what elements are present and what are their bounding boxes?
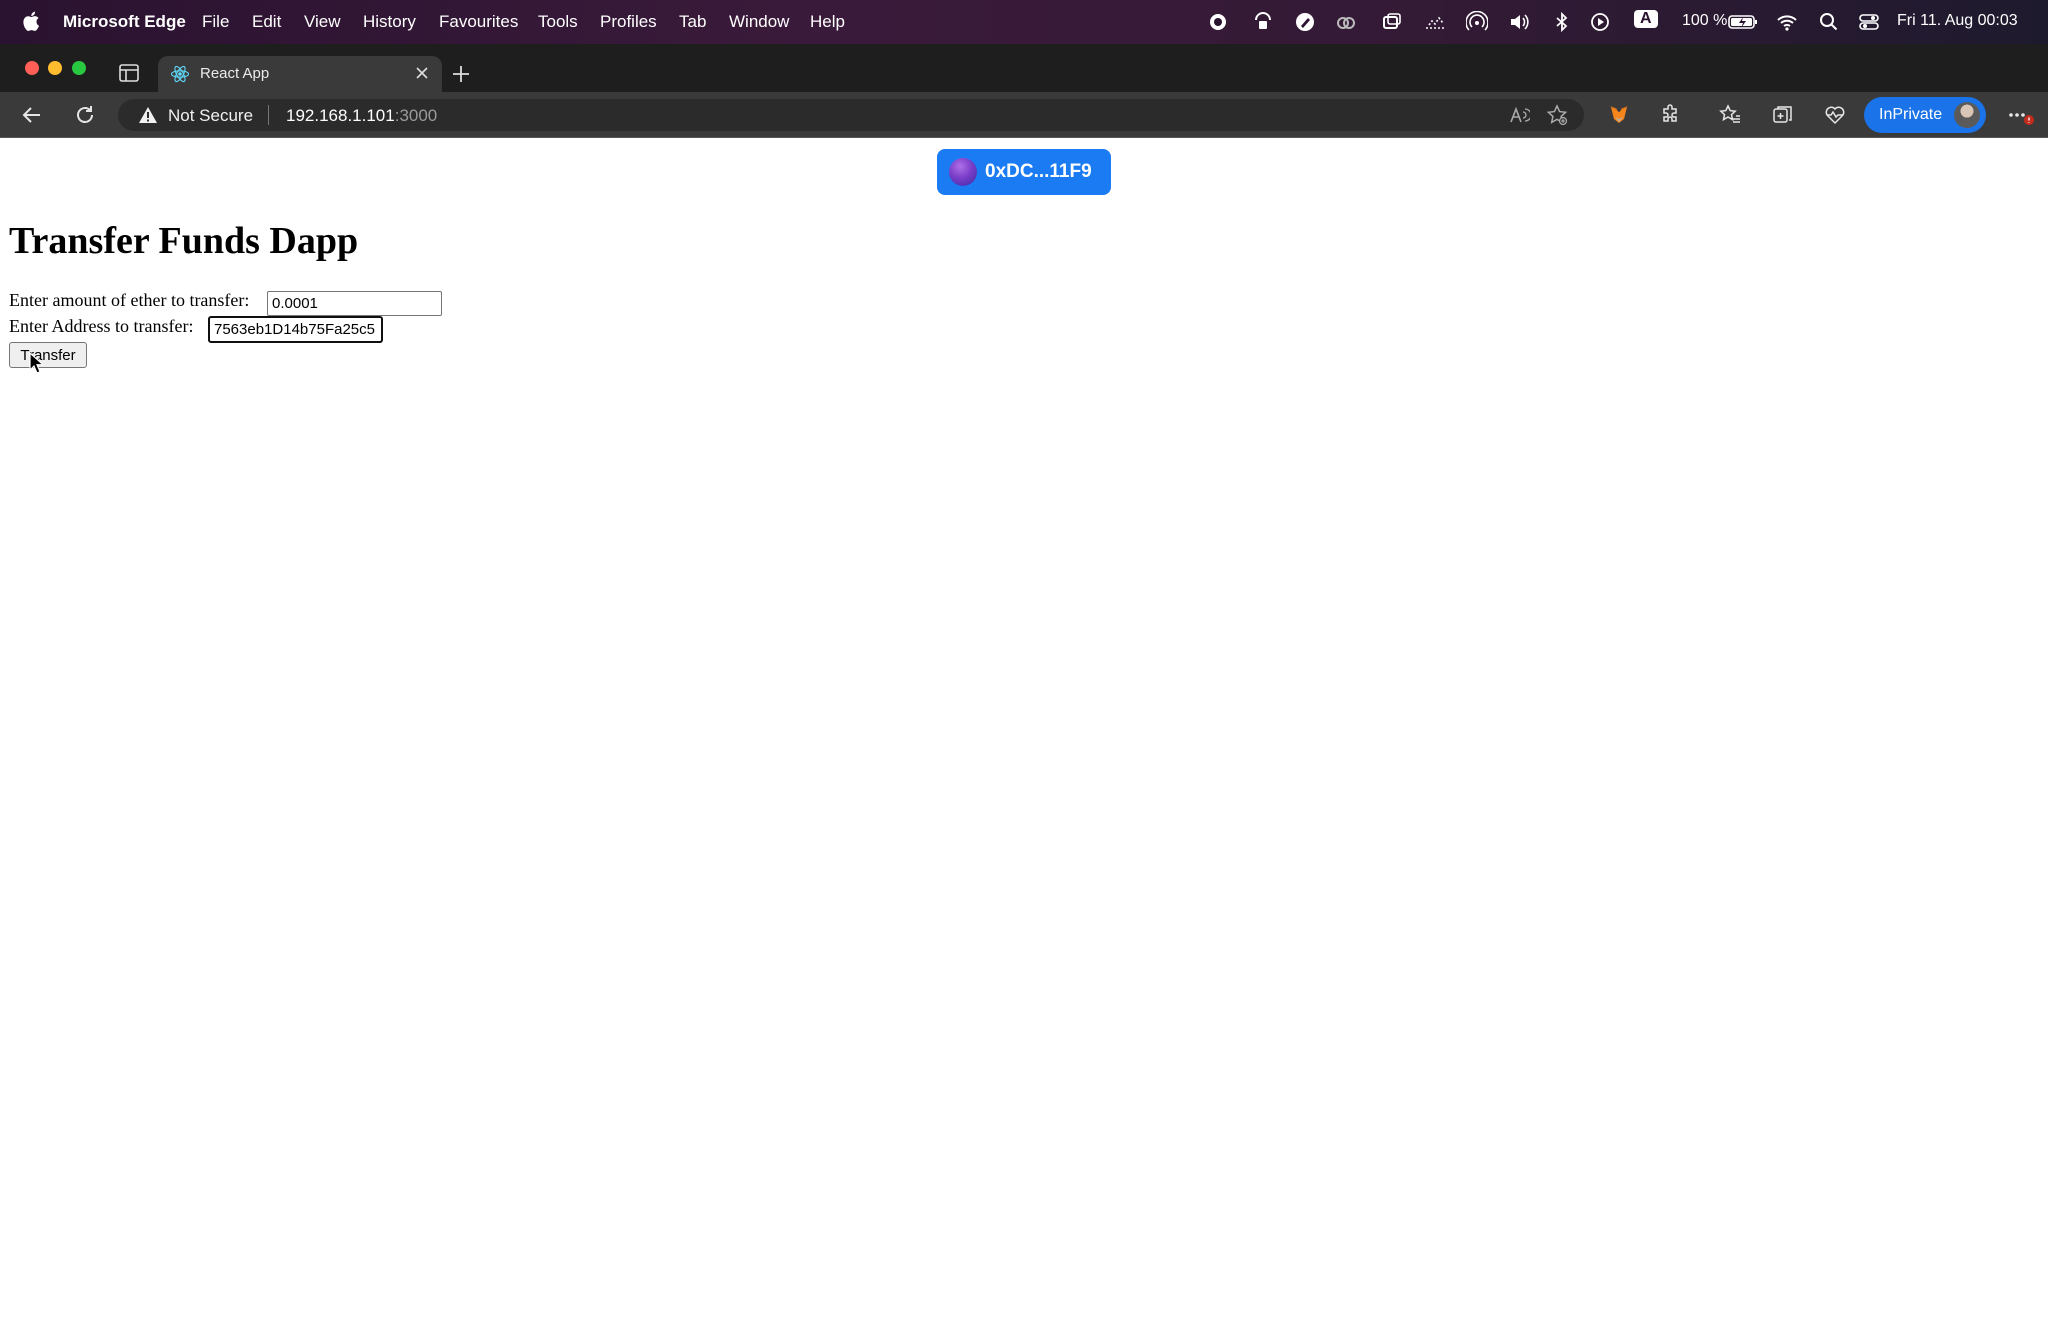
address-bar[interactable]: Not Secure 192.168.1.101:3000 [118,99,1584,131]
menubar-clock[interactable]: Fri 11. Aug 00:03 [1897,12,2018,30]
apple-logo-icon[interactable] [22,9,42,33]
collections-icon[interactable] [1771,103,1795,127]
new-tab-plus-icon[interactable] [450,63,472,85]
spotlight-search-icon[interactable] [1818,11,1840,33]
react-icon [170,65,190,83]
tab-react-app[interactable]: React App [158,56,442,92]
transfer-button[interactable]: Transfer [9,342,87,368]
menu-profiles[interactable]: Profiles [600,12,657,32]
battery-percentage: 100 % [1682,12,1728,29]
read-aloud-icon[interactable] [1508,104,1530,126]
window-close-button[interactable] [25,61,39,75]
extensions-puzzle-icon[interactable] [1659,103,1683,127]
window-minimize-button[interactable] [48,61,62,75]
menu-edit[interactable]: Edit [252,12,281,32]
wallet-connect-button[interactable]: 0xDC...11F9 [937,149,1111,195]
window-zoom-button[interactable] [72,61,86,75]
screen-record-icon[interactable] [1207,11,1229,33]
tab-title: React App [200,65,270,82]
favourites-list-icon[interactable] [1718,103,1742,127]
airdrop-lock-icon[interactable] [1252,11,1274,33]
menu-tab[interactable]: Tab [679,12,706,32]
add-favourite-star-icon[interactable] [1546,104,1568,126]
address-input[interactable] [208,316,383,343]
airplay-signal-icon[interactable] [1466,11,1488,33]
mouse-pointer-icon [29,352,43,374]
browser-essentials-heart-icon[interactable] [1823,103,1847,127]
creative-cloud-icon[interactable] [1335,11,1357,33]
menu-window[interactable]: Window [729,12,789,32]
menu-favourites[interactable]: Favourites [439,12,518,32]
menu-file[interactable]: File [202,12,229,32]
wifi-icon[interactable] [1776,11,1798,33]
profile-avatar [1954,102,1980,128]
pen-circle-icon[interactable] [1294,11,1316,33]
play-circle-icon[interactable] [1589,11,1611,33]
amount-label: Enter amount of ether to transfer: [9,290,250,310]
back-arrow-icon[interactable] [20,103,44,127]
inprivate-profile-button[interactable]: InPrivate [1864,97,1986,133]
url-host: 192.168.1.101 [286,106,395,125]
menu-help[interactable]: Help [810,12,845,32]
menubar-app-name[interactable]: Microsoft Edge [63,12,186,32]
control-center-icon[interactable] [1858,11,1880,33]
browser-toolbar: Not Secure 192.168.1.101:3000 InPrivate [0,92,2048,138]
page-viewport: 0xDC...11F9 Transfer Funds Dapp Enter am… [0,139,2048,1324]
inprivate-label: InPrivate [1879,106,1943,123]
warning-triangle-icon[interactable] [138,106,158,124]
reload-icon[interactable] [73,103,97,127]
close-tab-icon[interactable] [414,65,430,81]
browser-tab-strip: React App [0,44,2048,92]
address-label: Enter Address to transfer: [9,316,194,336]
wallet-address: 0xDC...11F9 [985,161,1092,182]
url-text[interactable]: 192.168.1.101:3000 [286,106,437,126]
battery-charging-icon[interactable] [1728,11,1758,33]
amount-input[interactable] [267,291,442,316]
wallet-avatar [949,158,977,186]
metamask-fox-icon[interactable] [1607,103,1631,127]
menu-view[interactable]: View [304,12,341,32]
volume-icon[interactable] [1508,11,1530,33]
menu-history[interactable]: History [363,12,416,32]
screens-icon[interactable] [1381,11,1403,33]
menu-tools[interactable]: Tools [538,12,578,32]
url-port: :3000 [394,106,438,125]
activity-graph-icon[interactable] [1424,11,1446,33]
address-separator [268,105,269,125]
tab-actions-icon[interactable] [118,63,140,83]
input-source-indicator[interactable]: A [1634,10,1658,28]
not-secure-label[interactable]: Not Secure [168,106,253,126]
bluetooth-icon[interactable] [1551,11,1573,33]
page-title: Transfer Funds Dapp [9,220,359,262]
macos-menu-bar: Microsoft Edge File Edit View History Fa… [0,0,2048,44]
more-options-icon[interactable] [2006,103,2036,127]
